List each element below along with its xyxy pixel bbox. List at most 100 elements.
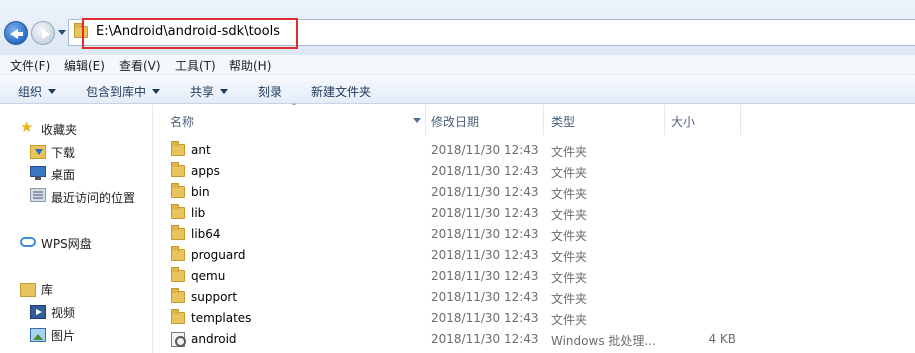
chevron-down-icon — [152, 89, 161, 94]
file-name: templates — [191, 311, 252, 325]
include-in-library-button[interactable]: 包含到库中 — [86, 83, 161, 100]
folder-icon — [171, 309, 185, 324]
back-button[interactable] — [4, 21, 28, 45]
nav-recent[interactable]: 最近访问的位置 — [51, 189, 135, 206]
menu-edit[interactable]: 编辑(E) — [64, 57, 105, 74]
menu-view[interactable]: 查看(V) — [119, 57, 161, 74]
file-name: android — [191, 332, 237, 346]
menu-tools[interactable]: 工具(T) — [175, 57, 216, 74]
chevron-down-icon — [48, 89, 57, 94]
file-row[interactable]: proguard 2018/11/30 12:43 文件夹 — [154, 245, 915, 266]
nav-pictures[interactable]: 图片 — [51, 327, 75, 344]
file-name: support — [191, 290, 238, 304]
folder-icon — [171, 162, 185, 177]
file-modified-date: 2018/11/30 12:43 — [431, 332, 539, 346]
menu-help[interactable]: 帮助(H) — [229, 57, 271, 74]
nav-desktop[interactable]: 桌面 — [51, 166, 75, 183]
file-type: 文件夹 — [551, 313, 588, 327]
file-row[interactable]: bin 2018/11/30 12:43 文件夹 — [154, 182, 915, 203]
include-in-library-label: 包含到库中 — [86, 85, 147, 99]
file-name: ant — [191, 143, 211, 157]
file-type: 文件夹 — [551, 229, 588, 243]
folder-icon — [171, 225, 185, 240]
column-divider[interactable] — [425, 105, 426, 135]
file-row[interactable]: apps 2018/11/30 12:43 文件夹 — [154, 161, 915, 182]
name-filter-chevron-icon[interactable] — [413, 118, 421, 123]
file-row[interactable]: android 2018/11/30 12:43 Windows 批处理... 4 K… — [154, 329, 915, 350]
history-dropdown-icon[interactable] — [58, 30, 66, 35]
file-modified-date: 2018/11/30 12:43 — [431, 185, 539, 199]
organize-label: 组织 — [18, 85, 43, 99]
file-modified-date: 2018/11/30 12:43 — [431, 269, 539, 283]
folder-icon — [171, 141, 185, 156]
file-modified-date: 2018/11/30 12:43 — [431, 206, 539, 220]
file-modified-date: 2018/11/30 12:43 — [431, 290, 539, 304]
file-name: proguard — [191, 248, 246, 262]
file-type: Windows 批处理... — [551, 334, 656, 348]
forward-button[interactable] — [31, 21, 55, 45]
folder-icon — [171, 246, 185, 261]
file-row[interactable]: qemu 2018/11/30 12:43 文件夹 — [154, 266, 915, 287]
file-name: lib64 — [191, 227, 221, 241]
column-divider[interactable] — [543, 105, 544, 135]
column-type[interactable]: 类型 — [551, 113, 575, 130]
column-modified[interactable]: 修改日期 — [431, 113, 479, 130]
menu-file[interactable]: 文件(F) — [10, 57, 50, 74]
file-name: bin — [191, 185, 210, 199]
file-name: lib — [191, 206, 206, 220]
file-type: 文件夹 — [551, 250, 588, 264]
chevron-down-icon — [220, 89, 229, 94]
video-icon — [30, 305, 46, 319]
file-type: 文件夹 — [551, 187, 588, 201]
nav-favorites[interactable]: 收藏夹 — [41, 121, 77, 138]
folder-icon — [171, 183, 185, 198]
organize-button[interactable]: 组织 — [18, 83, 57, 100]
downloads-folder-icon — [30, 145, 46, 159]
column-name[interactable]: 名称 — [170, 113, 194, 130]
file-type: 文件夹 — [551, 292, 588, 306]
column-divider[interactable] — [740, 105, 741, 135]
column-size[interactable]: 大小 — [671, 113, 695, 130]
file-row[interactable]: templates 2018/11/30 12:43 文件夹 — [154, 308, 915, 329]
file-name: qemu — [191, 269, 226, 283]
menu-bar: 文件(F) 编辑(E) 查看(V) 工具(T) 帮助(H) — [0, 55, 915, 75]
file-row[interactable]: lib 2018/11/30 12:43 文件夹 — [154, 203, 915, 224]
nav-wps-cloud[interactable]: WPS网盘 — [41, 235, 92, 252]
command-bar: 组织 包含到库中 共享 刻录 新建文件夹 — [0, 76, 915, 104]
share-button[interactable]: 共享 — [190, 83, 229, 100]
folder-icon — [171, 267, 185, 282]
picture-icon — [30, 328, 46, 342]
file-modified-date: 2018/11/30 12:43 — [431, 143, 539, 157]
file-modified-date: 2018/11/30 12:43 — [431, 311, 539, 325]
cloud-icon — [20, 237, 36, 247]
file-row[interactable]: support 2018/11/30 12:43 文件夹 — [154, 287, 915, 308]
file-type: 文件夹 — [551, 145, 588, 159]
new-folder-button[interactable]: 新建文件夹 — [311, 83, 371, 100]
address-highlight-box — [82, 18, 298, 49]
navigation-bar: E:\Android\android-sdk\tools — [0, 0, 915, 55]
share-label: 共享 — [190, 85, 215, 99]
file-modified-date: 2018/11/30 12:43 — [431, 248, 539, 262]
file-size: 4 KB — [708, 332, 736, 346]
file-type: 文件夹 — [551, 271, 588, 285]
nav-libraries[interactable]: 库 — [41, 281, 53, 298]
recent-places-icon — [30, 188, 46, 202]
column-divider[interactable] — [664, 105, 665, 135]
folder-icon — [171, 288, 185, 303]
burn-button[interactable]: 刻录 — [258, 83, 282, 100]
file-name: apps — [191, 164, 220, 178]
column-header: 名称 修改日期 类型 大小 — [154, 105, 915, 135]
desktop-icon — [30, 166, 46, 180]
nav-videos[interactable]: 视频 — [51, 304, 75, 321]
library-icon — [20, 283, 36, 297]
batch-file-icon — [171, 332, 186, 347]
navigation-pane: ★ 收藏夹 下载 桌面 最近访问的位置 WPS网盘 库 视频 图片 — [0, 105, 153, 353]
folder-icon — [171, 204, 185, 219]
nav-downloads[interactable]: 下载 — [51, 144, 75, 161]
star-icon: ★ — [20, 118, 34, 136]
file-row[interactable]: ant 2018/11/30 12:43 文件夹 — [154, 140, 915, 161]
file-type: 文件夹 — [551, 208, 588, 222]
file-type: 文件夹 — [551, 166, 588, 180]
file-row[interactable]: lib64 2018/11/30 12:43 文件夹 — [154, 224, 915, 245]
file-modified-date: 2018/11/30 12:43 — [431, 164, 539, 178]
